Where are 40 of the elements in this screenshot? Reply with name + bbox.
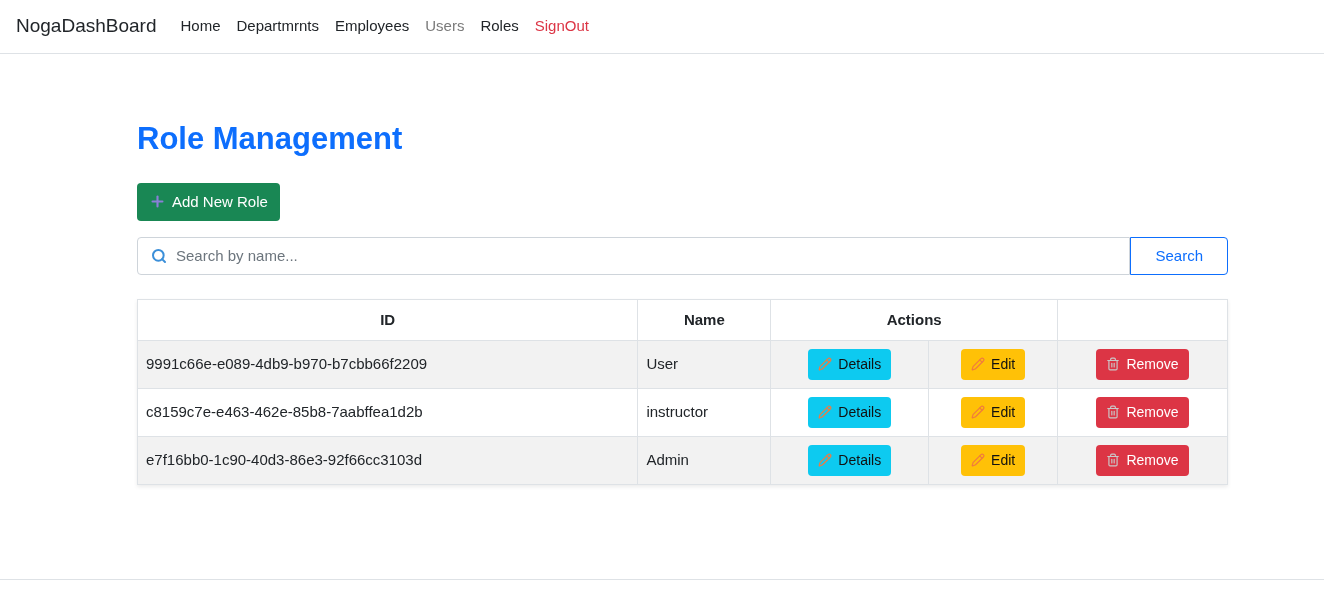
table-cell: Admin bbox=[637, 436, 771, 485]
edit-button[interactable]: Edit bbox=[961, 348, 1026, 380]
search-field[interactable]: Search by name... bbox=[137, 236, 1131, 275]
pencil-icon bbox=[971, 405, 986, 420]
page-heading: Role Management bbox=[137, 120, 404, 158]
remove-button[interactable]: Remove bbox=[1096, 396, 1189, 428]
pencil-icon bbox=[818, 357, 833, 372]
table-cell: e7f16bb0-1c90-40d3-86e3-92f66cc3103d bbox=[137, 436, 638, 485]
plus-icon bbox=[149, 193, 166, 211]
add-role-button[interactable]: Add New Role bbox=[137, 182, 280, 221]
pencil-icon bbox=[971, 453, 986, 468]
table-cell: instructor bbox=[637, 388, 771, 437]
pencil-icon bbox=[818, 453, 833, 468]
column-header: ID bbox=[137, 299, 638, 341]
pencil-icon bbox=[971, 357, 986, 372]
trash-icon bbox=[1106, 405, 1121, 420]
nav-link[interactable]: Users bbox=[425, 15, 465, 38]
remove-button[interactable]: Remove bbox=[1096, 444, 1189, 476]
details-button[interactable]: Details bbox=[808, 396, 892, 428]
nav-link[interactable]: Employees bbox=[335, 15, 410, 38]
search-icon bbox=[151, 247, 167, 264]
table-cell: User bbox=[637, 340, 771, 389]
nav-link[interactable]: Roles bbox=[480, 15, 519, 38]
column-header: Actions bbox=[770, 299, 1058, 341]
trash-icon bbox=[1106, 453, 1121, 468]
edit-button[interactable]: Edit bbox=[961, 444, 1026, 476]
table-cell: c8159c7e-e463-462e-85b8-7aabffea1d2b bbox=[137, 388, 638, 437]
nav-link[interactable]: SignOut bbox=[534, 15, 589, 38]
column-header: Name bbox=[637, 299, 771, 341]
nav-link[interactable]: Departmrnts bbox=[236, 15, 320, 38]
search-button[interactable]: Search bbox=[1130, 236, 1228, 275]
table-cell: 9991c66e-e089-4db9-b970-b7cbb66f2209 bbox=[137, 340, 638, 389]
edit-button[interactable]: Edit bbox=[961, 396, 1026, 428]
brand-link[interactable]: NogaDashBoard bbox=[16, 12, 157, 41]
trash-icon bbox=[1106, 357, 1121, 372]
details-button[interactable]: Details bbox=[808, 444, 892, 476]
remove-button[interactable]: Remove bbox=[1096, 348, 1189, 380]
pencil-icon bbox=[818, 405, 833, 420]
nav-link[interactable]: Home bbox=[180, 15, 221, 38]
details-button[interactable]: Details bbox=[808, 348, 892, 380]
